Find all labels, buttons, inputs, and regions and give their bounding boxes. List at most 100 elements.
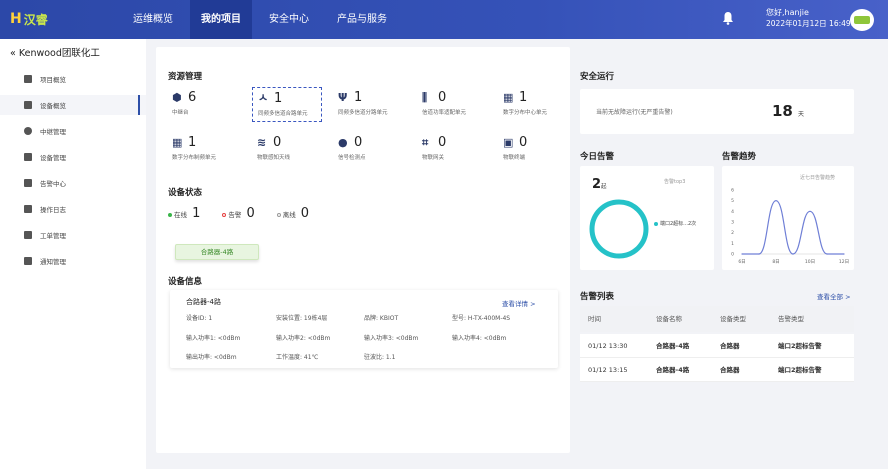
resource-signal-point[interactable]: ● 0 信号检测点 bbox=[338, 135, 418, 163]
resource-splitter[interactable]: Ψ 1 同频多信道分路单元 bbox=[338, 90, 418, 118]
trend-point bbox=[843, 253, 845, 255]
safety-text: 当前无故障运行(无严重告警) bbox=[596, 109, 673, 116]
main-nav: 运维概览 我的项目 安全中心 产品与服务 bbox=[122, 0, 404, 39]
donut-slice bbox=[589, 199, 649, 259]
trend-point bbox=[758, 253, 760, 255]
field-model: 型号: H-TX-400M-4S bbox=[452, 315, 511, 322]
sidebar-item-relay[interactable]: 中继管理 bbox=[0, 121, 146, 141]
y-tick-label: 5 bbox=[731, 198, 734, 204]
antenna-icon: ≋ bbox=[257, 136, 267, 149]
trend-series-line bbox=[742, 200, 844, 255]
y-tick-label: 4 bbox=[731, 209, 734, 215]
col-alarm-type: 告警类型 bbox=[778, 315, 804, 323]
field-output-power: 输出功率: <0dBm bbox=[186, 354, 237, 361]
trend-line-chart: 6 5 4 3 2 1 0 6日 8日 10日 12日 bbox=[731, 188, 849, 266]
relay-icon bbox=[24, 127, 32, 135]
signal-point-icon: ● bbox=[338, 136, 348, 149]
device-tag-combiner[interactable]: 合路器-4路 bbox=[175, 244, 259, 260]
project-title: Kenwood团联化工 bbox=[18, 48, 100, 59]
resource-gateway[interactable]: ⌗ 0 物联网关 bbox=[422, 135, 502, 163]
resource-antenna[interactable]: ≋ 0 物联感知天线 bbox=[257, 135, 337, 163]
x-tick-label: 8日 bbox=[772, 259, 779, 265]
sidebar-item-device-overview[interactable]: 设备概览 bbox=[0, 95, 146, 115]
project-switch[interactable]: « Kenwood团联化工 bbox=[10, 45, 100, 59]
trend-point bbox=[792, 253, 794, 255]
alarm-dot bbox=[222, 213, 227, 217]
today-donut-chart bbox=[589, 199, 649, 259]
table-row[interactable]: 01/12 13:15 合路器-4路 合路器 端口2超标告警 bbox=[580, 358, 854, 382]
datetime: 2022年01月12日 16:49:50 bbox=[766, 19, 863, 28]
digital-center-icon: ▦ bbox=[503, 91, 514, 104]
info-title: 设备信息 bbox=[168, 277, 203, 287]
view-all-link[interactable]: 查看全部 > bbox=[817, 291, 851, 301]
nav-my-projects[interactable]: 我的项目 bbox=[190, 0, 252, 39]
sidebar-item-devices[interactable]: 设备管理 bbox=[0, 147, 146, 167]
notice-icon bbox=[24, 257, 32, 265]
adapter-icon: ⫼ bbox=[422, 91, 428, 104]
resource-combiner[interactable]: ㅅ 1 同频多信道合路单元 bbox=[252, 87, 322, 122]
today-top-label: 告警top3 bbox=[664, 179, 686, 185]
logo-text: 汉睿 bbox=[23, 12, 48, 27]
workorder-icon bbox=[24, 231, 32, 239]
grid-icon bbox=[24, 75, 32, 83]
log-icon bbox=[24, 205, 32, 213]
today-count: 2起 bbox=[592, 177, 607, 192]
resource-terminal[interactable]: ▣ 0 物联终端 bbox=[503, 135, 583, 163]
field-input-power-3: 输入功率3: <0dBm bbox=[364, 335, 419, 342]
offline-status[interactable]: 离线 0 bbox=[276, 206, 309, 221]
device-icon bbox=[24, 153, 32, 161]
field-device-id: 设备ID: 1 bbox=[186, 315, 213, 322]
alarm-list-title: 告警列表 bbox=[580, 292, 615, 302]
sidebar: « Kenwood团联化工 项目概览 设备概览 中继管理 设备管理 告警中心 操… bbox=[0, 39, 146, 469]
resource-power-adapter[interactable]: ⫼ 0 信道功率适配单元 bbox=[422, 90, 502, 118]
y-tick-label: 3 bbox=[731, 220, 734, 226]
resource-relay[interactable]: ⬢ 6 中继台 bbox=[172, 90, 252, 118]
table-row[interactable]: 01/12 13:30 合路器-4路 合路器 端口2超标告警 bbox=[580, 334, 854, 358]
greeting: 您好,hanjie bbox=[766, 8, 809, 17]
y-tick-label: 0 bbox=[731, 252, 734, 258]
nav-overview[interactable]: 运维概览 bbox=[122, 0, 184, 39]
field-location: 安装位置: 19栋4层 bbox=[276, 315, 328, 322]
user-info[interactable]: 您好,hanjie 2022年01月12日 16:49:50 bbox=[766, 7, 863, 29]
sidebar-item-workorders[interactable]: 工单管理 bbox=[0, 225, 146, 245]
online-status[interactable]: 在线 1 bbox=[168, 206, 200, 221]
donut-legend: 端口2超标...2次 bbox=[654, 220, 696, 227]
x-tick-label: 6日 bbox=[738, 259, 745, 265]
chart-icon bbox=[24, 101, 32, 109]
alarm-status[interactable]: 告警 0 bbox=[222, 206, 255, 221]
sidebar-item-logs[interactable]: 操作日志 bbox=[0, 199, 146, 219]
status-row: 在线 1 告警 0 离线 0 bbox=[168, 206, 309, 222]
top-bar: H 汉睿 运维概览 我的项目 安全中心 产品与服务 您好,hanjie 2022… bbox=[0, 0, 888, 39]
detail-link[interactable]: 查看详情 > bbox=[502, 298, 536, 308]
device-name: 合路器-4路 bbox=[186, 298, 221, 306]
nav-products[interactable]: 产品与服务 bbox=[326, 0, 398, 39]
combiner-icon: ㅅ bbox=[258, 91, 269, 104]
nav-security[interactable]: 安全中心 bbox=[258, 0, 320, 39]
bell-icon[interactable] bbox=[722, 11, 734, 25]
sidebar-item-project-overview[interactable]: 项目概览 bbox=[0, 69, 146, 89]
col-time: 时间 bbox=[588, 315, 601, 323]
logo[interactable]: H 汉睿 bbox=[10, 9, 48, 29]
trend-point bbox=[809, 210, 811, 212]
trend-subtitle: 近七日告警趋势 bbox=[800, 175, 836, 181]
digital-freq-icon: ▦ bbox=[172, 136, 183, 149]
resource-digital-freq[interactable]: ▦ 1 数字分布制频单元 bbox=[172, 135, 252, 163]
status-title: 设备状态 bbox=[168, 188, 203, 198]
sidebar-item-alarms[interactable]: 告警中心 bbox=[0, 173, 146, 193]
y-tick-label: 1 bbox=[731, 241, 734, 247]
splitter-icon: Ψ bbox=[338, 91, 348, 104]
resource-digital-center[interactable]: ▦ 1 数字分布中心单元 bbox=[503, 90, 583, 118]
sidebar-item-notices[interactable]: 通知管理 bbox=[0, 251, 146, 271]
col-device-type: 设备类型 bbox=[720, 315, 746, 323]
field-input-power-4: 输入功率4: <0dBm bbox=[452, 335, 507, 342]
x-tick-label: 12日 bbox=[839, 259, 849, 265]
legend-dot bbox=[654, 221, 658, 226]
safety-title: 安全运行 bbox=[580, 72, 615, 82]
trend-point bbox=[741, 253, 743, 255]
col-device-name: 设备名称 bbox=[656, 315, 682, 323]
alarm-icon bbox=[24, 179, 32, 187]
relay-icon: ⬢ bbox=[172, 91, 182, 104]
y-tick-label: 2 bbox=[731, 230, 734, 236]
collapse-icon[interactable]: « bbox=[10, 48, 16, 59]
avatar[interactable] bbox=[850, 9, 874, 31]
